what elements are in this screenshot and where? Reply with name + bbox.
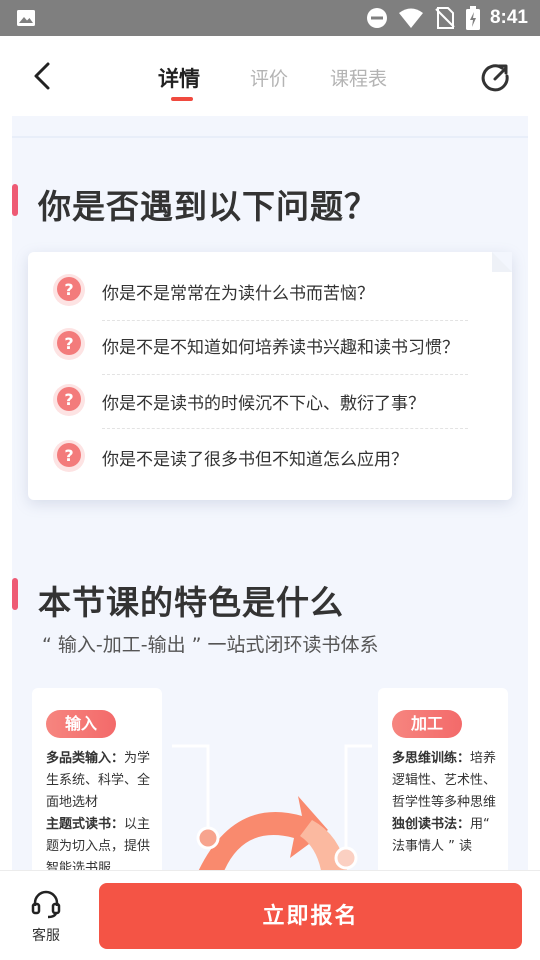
question-icon: ? — [53, 440, 85, 472]
feature-description: 多品类输入：为学生系统、科学、全面地选材 主题式读书：以主题为切入点，提供智能选… — [46, 748, 154, 870]
tab-reviews[interactable]: 评价 — [250, 64, 288, 91]
customer-service-label: 客服 — [32, 928, 60, 944]
svg-text:?: ? — [64, 390, 73, 409]
feature-item-label: 主题式读书： — [46, 817, 125, 832]
customer-service-button[interactable]: 客服 — [20, 889, 72, 949]
tab-details[interactable]: 详情 — [158, 63, 200, 93]
question-icon: ? — [53, 384, 85, 416]
tab-active-indicator — [171, 97, 193, 101]
battery-icon — [465, 6, 480, 30]
list-item: ? 你是不是常常在为读什么书而苦恼？ — [28, 264, 512, 317]
headset-icon — [31, 890, 61, 919]
feature-description: 多思维训练：培养逻辑性、艺术性、哲学性等多种思维 独创读书法：用“ 法事情人 ”… — [392, 748, 500, 858]
feature-item-label: 多品类输入： — [46, 751, 125, 766]
list-item: ? 你是不是读了很多书但不知道怎么应用？ — [28, 430, 512, 483]
question-icon: ? — [53, 274, 85, 306]
question-text: 你是不是不知道如何培养读书兴趣和读书习惯？ — [102, 338, 459, 358]
image-icon — [17, 10, 35, 26]
header: 详情 评价 课程表 — [0, 36, 540, 116]
problems-card: ? 你是不是常常在为读什么书而苦恼？ ? 你是不是不知道如何培养读书兴趣和读书习… — [28, 252, 512, 500]
question-text: 你是不是读书的时候沉不下心、敷衍了事？ — [102, 394, 425, 414]
divider — [102, 428, 468, 429]
wifi-icon — [398, 8, 423, 28]
feature-item-label: 多思维训练： — [392, 751, 471, 766]
section-title-features: 本节课的特色是什么 — [38, 583, 344, 622]
list-item: ? 你是不是读书的时候沉不下心、敷衍了事？ — [28, 374, 512, 427]
divider — [12, 136, 528, 138]
tab-bar: 详情 评价 课程表 — [0, 36, 540, 116]
section-subtitle: “ 输入-加工-输出 ” 一站式闭环读书体系 — [42, 634, 379, 656]
feature-card-input: 输入 多品类输入：为学生系统、科学、全面地选材 主题式读书：以主题为切入点，提供… — [32, 688, 162, 870]
section-marker — [12, 578, 18, 610]
svg-text:?: ? — [64, 280, 73, 299]
status-time: 8:41 — [489, 7, 528, 28]
dnd-icon — [366, 8, 387, 28]
section-marker — [12, 184, 18, 216]
section-title-problems: 你是否遇到以下问题？ — [38, 187, 378, 226]
svg-text:?: ? — [64, 446, 73, 465]
question-icon: ? — [53, 328, 85, 360]
status-bar: 8:41 — [0, 0, 540, 36]
course-detail-content[interactable]: 你是否遇到以下问题？ ? 你是不是常常在为读什么书而苦恼？ ? 你是不是不知道如… — [12, 116, 528, 870]
no-sim-icon — [435, 7, 455, 29]
cycle-diagram — [172, 744, 372, 870]
list-item: ? 你是不是不知道如何培养读书兴趣和读书习惯？ — [28, 318, 512, 371]
tab-schedule[interactable]: 课程表 — [330, 64, 387, 91]
question-text: 你是不是常常在为读什么书而苦恼？ — [102, 284, 374, 304]
question-text: 你是不是读了很多书但不知道怎么应用？ — [102, 450, 408, 470]
enroll-button[interactable]: 立即报名 — [99, 883, 522, 949]
feature-item-label: 独创读书法： — [392, 817, 471, 832]
svg-text:?: ? — [64, 334, 73, 353]
feature-tag: 加工 — [392, 710, 462, 738]
feature-card-process: 加工 多思维训练：培养逻辑性、艺术性、哲学性等多种思维 独创读书法：用“ 法事情… — [378, 688, 508, 870]
feature-tag: 输入 — [46, 710, 116, 738]
bottom-action-bar: 客服 立即报名 — [0, 870, 540, 960]
refresh-icon[interactable] — [480, 62, 512, 94]
